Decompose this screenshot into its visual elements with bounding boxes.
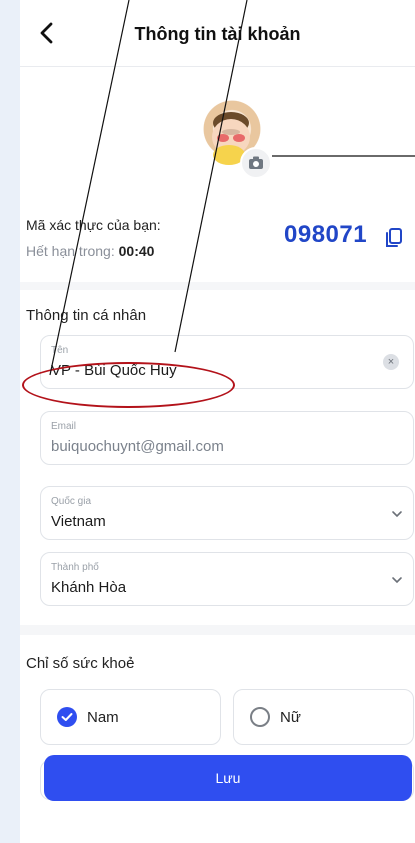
country-select[interactable]: Quốc gia Vietnam: [40, 486, 414, 540]
verification-code: 098071: [284, 221, 368, 248]
chevron-down-icon: [392, 511, 402, 518]
country-label: Quốc gia: [51, 496, 92, 507]
email-field[interactable]: Email buiquochuynt@gmail.com: [40, 411, 414, 465]
gender-male-label: Nam: [87, 709, 119, 726]
expiry-time: 00:40: [118, 243, 155, 259]
email-value: buiquochuynt@gmail.com: [51, 438, 224, 455]
camera-icon: [249, 156, 263, 169]
chevron-down-icon: [392, 577, 402, 584]
country-value: Vietnam: [51, 513, 106, 530]
page-title: Thông tin tài khoản: [134, 24, 301, 44]
email-label: Email: [51, 421, 77, 432]
name-field[interactable]: Tên VP - Bùi Quốc Huy ×: [40, 335, 414, 389]
gender-male-option[interactable]: Nam: [40, 689, 221, 745]
account-screen: Thông tin tài khoản Mã xác thực của bạn:…: [20, 0, 415, 843]
gender-female-option[interactable]: Nữ: [233, 689, 414, 745]
expiry-label: Hết hạn trong:: [26, 243, 115, 259]
name-value: VP - Bùi Quốc Huy: [51, 362, 177, 379]
save-button[interactable]: Lưu: [44, 755, 412, 801]
radio-checked-icon: [57, 707, 77, 727]
name-label: Tên: [51, 345, 69, 356]
background-strip: [0, 0, 20, 843]
copy-icon[interactable]: [384, 227, 404, 249]
health-section: Chỉ số sức khoẻ Nam Nữ: [20, 635, 415, 843]
clear-icon[interactable]: ×: [383, 354, 399, 370]
section-title: Thông tin cá nhân: [26, 307, 147, 324]
radio-unchecked-icon: [250, 707, 270, 727]
personal-info-section: Thông tin cá nhân Tên VP - Bùi Quốc Huy …: [20, 290, 415, 625]
city-value: Khánh Hòa: [51, 579, 127, 596]
gender-female-label: Nữ: [280, 709, 301, 726]
city-label: Thành phố: [51, 562, 99, 573]
verification-code-label: Mã xác thực của bạn:: [26, 217, 161, 233]
profile-card: Mã xác thực của bạn: Hết hạn trong: 00:4…: [20, 67, 415, 282]
top-bar: Thông tin tài khoản: [20, 0, 415, 67]
city-select[interactable]: Thành phố Khánh Hòa: [40, 552, 414, 606]
change-avatar-button[interactable]: [240, 147, 272, 179]
expiry-text: Hết hạn trong: 00:40: [26, 243, 154, 259]
section-title: Chỉ số sức khoẻ: [26, 655, 135, 672]
